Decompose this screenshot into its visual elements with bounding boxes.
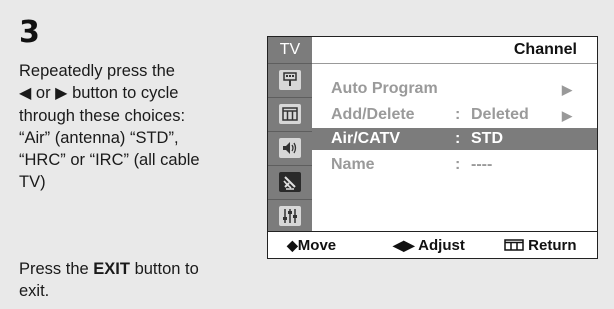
instruction-line: “HRC” or “IRC” (all cable [19, 151, 200, 169]
menu-item-value: Deleted [471, 106, 529, 123]
menu-item-label: Auto Program [331, 80, 438, 97]
menu-item-value: ---- [471, 156, 493, 173]
tv-menu-panel: TV Channel Auto Program ▶ Add/Delete: D… [267, 36, 598, 259]
picture-icon [279, 104, 301, 124]
right-arrow-icon: ▶ [55, 85, 68, 102]
menu-sidebar: TV [268, 37, 312, 233]
instruction-fragment: button to cycle [72, 84, 179, 102]
exit-prefix: Press the [19, 260, 94, 278]
menu-item-value: STD [471, 130, 503, 147]
menu-item-add-delete[interactable]: Add/Delete : Deleted ▶ [312, 104, 597, 126]
step-number: 3 [19, 15, 40, 50]
antenna-icon [279, 70, 301, 90]
setup-icon [279, 206, 301, 226]
sidebar-tab-sound[interactable] [268, 134, 312, 162]
instruction-line: through these choices: [19, 107, 186, 125]
divider [268, 165, 312, 166]
return-hint: Return [504, 237, 577, 254]
adjust-label: Adjust [418, 237, 465, 254]
adjust-arrows-icon: ◀▶ [393, 237, 415, 253]
menu-item-name[interactable]: Name : ---- [312, 154, 597, 176]
move-label: Move [297, 237, 337, 254]
sidebar-tab-channel[interactable] [268, 168, 312, 196]
exit-suffix: button to [129, 260, 199, 278]
adjust-hint: ◀▶ Adjust [393, 237, 465, 254]
sound-icon [279, 138, 301, 158]
instruction-text: Repeatedly press the ◀ or ▶ button to cy… [19, 60, 234, 193]
exit-button-name: EXIT [93, 260, 130, 278]
exit-note: Press the EXIT button to exit. [19, 258, 234, 302]
instruction-line: “Air” (antenna) “STD”, [19, 129, 179, 147]
instruction-or: or [35, 84, 51, 102]
menu-item-label: Name [331, 156, 375, 173]
menu-item-colon: : [455, 130, 461, 147]
menu-title: Channel [312, 37, 597, 64]
menu-item-colon: : [455, 156, 461, 173]
submenu-arrow-icon: ▶ [562, 108, 572, 123]
exit-note-line: Press the EXIT button to [19, 258, 234, 280]
menu-item-auto-program[interactable]: Auto Program ▶ [312, 78, 597, 100]
divider [268, 63, 312, 64]
divider [268, 199, 312, 200]
channel-icon [279, 172, 301, 192]
instruction-line: TV) [19, 173, 46, 191]
return-icon [504, 239, 524, 251]
instruction-line: ◀ or ▶ button to cycle [19, 82, 234, 105]
divider [268, 131, 312, 132]
sidebar-tab-setup[interactable] [268, 202, 312, 230]
instruction-line: Repeatedly press the [19, 62, 175, 80]
menu-item-label: Add/Delete [331, 106, 415, 123]
move-arrows-icon: ◆ [287, 237, 298, 253]
sidebar-tab-tv[interactable]: TV [268, 37, 312, 63]
menu-item-colon: : [455, 106, 461, 123]
return-label: Return [528, 237, 577, 254]
submenu-arrow-icon: ▶ [562, 82, 572, 97]
exit-note-line: exit. [19, 282, 50, 300]
menu-item-label: Air/CATV [331, 130, 401, 147]
left-arrow-icon: ◀ [19, 85, 32, 102]
move-hint: ◆Move [287, 237, 336, 254]
sidebar-tab-input[interactable] [268, 66, 312, 94]
sidebar-tab-picture[interactable] [268, 100, 312, 128]
menu-footer: ◆Move ◀▶ Adjust Return [268, 231, 597, 258]
divider [268, 97, 312, 98]
menu-item-air-catv[interactable]: Air/CATV : STD [312, 128, 597, 150]
